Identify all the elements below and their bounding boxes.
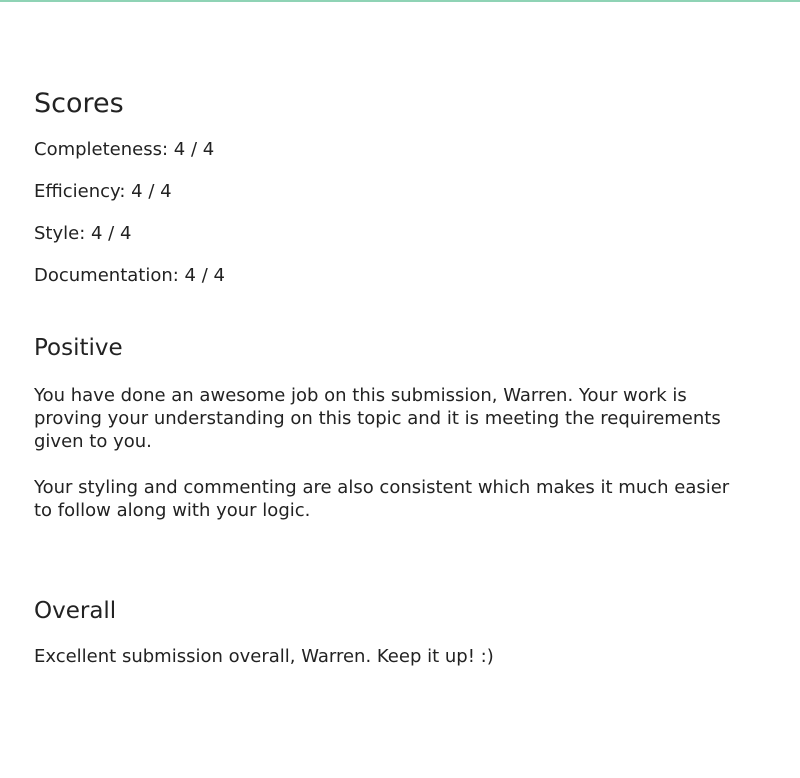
positive-paragraph-1: You have done an awesome job on this sub…	[34, 385, 721, 452]
scores-heading: Scores	[34, 88, 124, 119]
feedback-content: Scores Completeness: 4 / 4 Efficiency: 4…	[34, 88, 754, 668]
score-style: Style: 4 / 4	[34, 223, 132, 244]
score-documentation: Documentation: 4 / 4	[34, 265, 225, 286]
positive-heading: Positive	[34, 335, 123, 361]
score-efficiency: Efficiency: 4 / 4	[34, 181, 172, 202]
positive-paragraph-2: Your styling and commenting are also con…	[34, 477, 730, 521]
top-divider	[0, 0, 800, 2]
overall-heading: Overall	[34, 598, 117, 624]
overall-paragraph: Excellent submission overall, Warren. Ke…	[34, 646, 494, 667]
score-list: Completeness: 4 / 4 Efficiency: 4 / 4 St…	[34, 138, 754, 288]
score-completeness: Completeness: 4 / 4	[34, 139, 215, 160]
